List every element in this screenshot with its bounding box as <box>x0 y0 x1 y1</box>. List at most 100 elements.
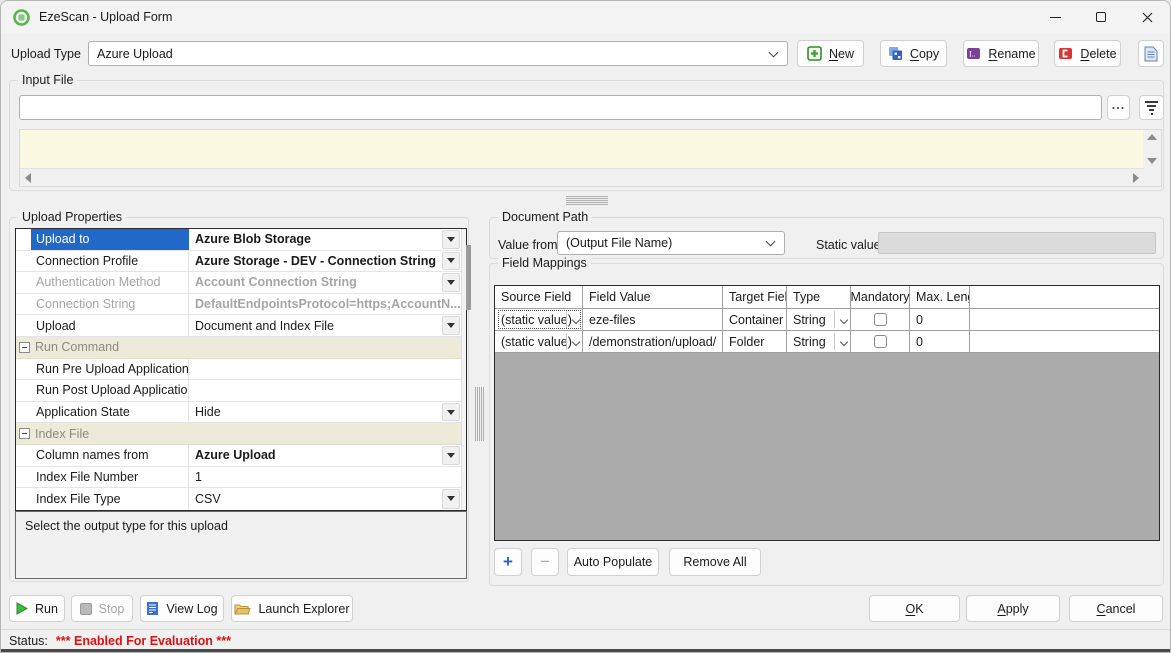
remove-all-button[interactable]: Remove All <box>669 548 761 576</box>
minimize-button[interactable] <box>1032 1 1078 33</box>
value-from-select[interactable]: (Output File Name) <box>557 231 785 255</box>
svg-text:I..: I.. <box>969 50 976 59</box>
type-select[interactable]: String <box>789 309 850 330</box>
view-log-button[interactable]: View Log <box>140 595 224 622</box>
property-description: Select the output type for this upload <box>15 511 467 579</box>
upload-type-value: Azure Upload <box>97 47 173 61</box>
chevron-down-icon <box>766 237 776 247</box>
file-list-area[interactable] <box>20 130 1144 168</box>
dropdown-button[interactable] <box>442 403 460 422</box>
property-row-connection-profile[interactable]: Connection Profile Azure Storage - DEV -… <box>16 251 461 273</box>
mandatory-checkbox[interactable] <box>874 335 887 348</box>
dropdown-button[interactable] <box>442 273 460 292</box>
run-button[interactable]: Run <box>9 595 65 622</box>
target-field-cell[interactable]: Folder <box>723 331 787 352</box>
property-row-run-pre-upload[interactable]: Run Pre Upload Application <box>16 359 461 381</box>
type-select[interactable]: String <box>789 331 850 352</box>
upload-type-label: Upload Type <box>11 47 81 61</box>
field-value-cell[interactable]: /demonstration/upload/ <box>583 331 723 352</box>
collapse-icon[interactable] <box>19 428 30 439</box>
field-value-cell[interactable]: eze-files <box>583 309 723 330</box>
dropdown-button[interactable] <box>442 230 460 249</box>
maximize-icon <box>1096 12 1106 22</box>
property-row-index-file-type[interactable]: Index File Type CSV <box>16 488 461 510</box>
new-button[interactable]: New <box>797 40 864 67</box>
document-path-label: Document Path <box>498 210 592 224</box>
scroll-left-icon <box>25 173 31 183</box>
property-row-application-state[interactable]: Application State Hide <box>16 402 461 424</box>
log-document-icon <box>146 601 159 616</box>
notes-button[interactable] <box>1138 40 1164 67</box>
property-grid: Upload to Azure Blob Storage Connection … <box>15 228 467 511</box>
copy-button[interactable]: Copy <box>880 40 947 67</box>
window-bottom-edge <box>1 649 1170 652</box>
delete-button-label: Delete <box>1080 47 1116 61</box>
horizontal-splitter[interactable] <box>566 196 608 205</box>
remove-mapping-button[interactable]: − <box>531 548 559 576</box>
rename-button-label: Rename <box>988 47 1035 61</box>
title-bar: EzeScan - Upload Form <box>1 1 1170 33</box>
filter-button[interactable] <box>1139 95 1164 120</box>
static-value-field <box>878 232 1156 254</box>
cancel-button[interactable]: Cancel <box>1069 595 1163 622</box>
source-field-select[interactable]: (static value) <box>497 331 582 352</box>
input-file-field[interactable] <box>19 95 1102 120</box>
file-list-panel <box>19 129 1162 187</box>
ok-button[interactable]: OK <box>869 595 960 622</box>
property-row-connection-string[interactable]: Connection String DefaultEndpointsProtoc… <box>16 294 461 316</box>
auto-populate-button[interactable]: Auto Populate <box>567 548 659 576</box>
property-row-upload[interactable]: Upload Document and Index File <box>16 315 461 337</box>
mandatory-checkbox[interactable] <box>874 313 887 326</box>
dropdown-button[interactable] <box>442 316 460 335</box>
dropdown-button[interactable] <box>442 252 460 271</box>
field-mappings-table: Source Field Field Value Target Field Ty… <box>494 285 1160 541</box>
scrollbar-thumb[interactable] <box>466 245 471 310</box>
max-length-cell[interactable]: 0 <box>910 309 970 330</box>
launch-explorer-button[interactable]: Launch Explorer <box>231 595 353 622</box>
property-row-run-post-upload[interactable]: Run Post Upload Application <box>16 380 461 402</box>
copy-icon <box>888 46 903 61</box>
table-row: (static value) eze-files Container Strin… <box>495 309 1159 331</box>
delete-button[interactable]: Delete <box>1054 40 1121 67</box>
value-from-value: (Output File Name) <box>566 236 672 250</box>
apply-button[interactable]: Apply <box>966 595 1060 622</box>
stop-button[interactable]: Stop <box>71 595 133 622</box>
input-file-label: Input File <box>18 73 77 87</box>
collapse-icon[interactable] <box>19 342 30 353</box>
upload-type-select[interactable]: Azure Upload <box>88 41 788 66</box>
column-header-mandatory: Mandatory <box>851 286 910 308</box>
property-row-column-names-from[interactable]: Column names from Azure Upload <box>16 445 461 467</box>
file-list-vertical-scrollbar[interactable] <box>1143 130 1161 168</box>
status-bar: Status: *** Enabled For Evaluation *** <box>1 629 1170 651</box>
cancel-button-label: Cancel <box>1097 602 1136 616</box>
run-play-icon <box>16 602 28 615</box>
close-button[interactable] <box>1124 1 1170 33</box>
chevron-down-icon <box>840 337 848 345</box>
folder-icon <box>234 602 251 616</box>
dropdown-button[interactable] <box>442 446 460 465</box>
add-mapping-button[interactable]: + <box>494 548 522 576</box>
property-group-run-command[interactable]: Run Command <box>16 337 461 359</box>
document-icon <box>1144 46 1158 62</box>
property-row-upload-to[interactable]: Upload to Azure Blob Storage <box>16 229 461 251</box>
property-row-authentication-method[interactable]: Authentication Method Account Connection… <box>16 272 461 294</box>
spacer-cell <box>970 309 1159 330</box>
max-length-cell[interactable]: 0 <box>910 331 970 352</box>
column-header-source-field: Source Field <box>495 286 583 308</box>
table-row: (static value) /demonstration/upload/ Fo… <box>495 331 1159 353</box>
file-list-horizontal-scrollbar[interactable] <box>20 168 1144 186</box>
maximize-button[interactable] <box>1078 1 1124 33</box>
property-group-index-file[interactable]: Index File <box>16 423 461 445</box>
chevron-down-icon <box>769 47 779 57</box>
source-field-select[interactable]: (static value) <box>497 309 582 330</box>
column-header-spacer <box>970 286 1159 308</box>
status-message: *** Enabled For Evaluation *** <box>56 634 231 648</box>
apply-button-label: Apply <box>997 602 1028 616</box>
browse-button[interactable]: ... <box>1107 95 1130 120</box>
vertical-splitter[interactable] <box>475 387 484 441</box>
target-field-cell[interactable]: Container <box>723 309 787 330</box>
property-row-index-file-number[interactable]: Index File Number 1 <box>16 467 461 489</box>
property-grid-scrollbar[interactable] <box>461 229 466 510</box>
dropdown-button[interactable] <box>442 489 460 509</box>
rename-button[interactable]: I.. Rename <box>963 40 1039 67</box>
